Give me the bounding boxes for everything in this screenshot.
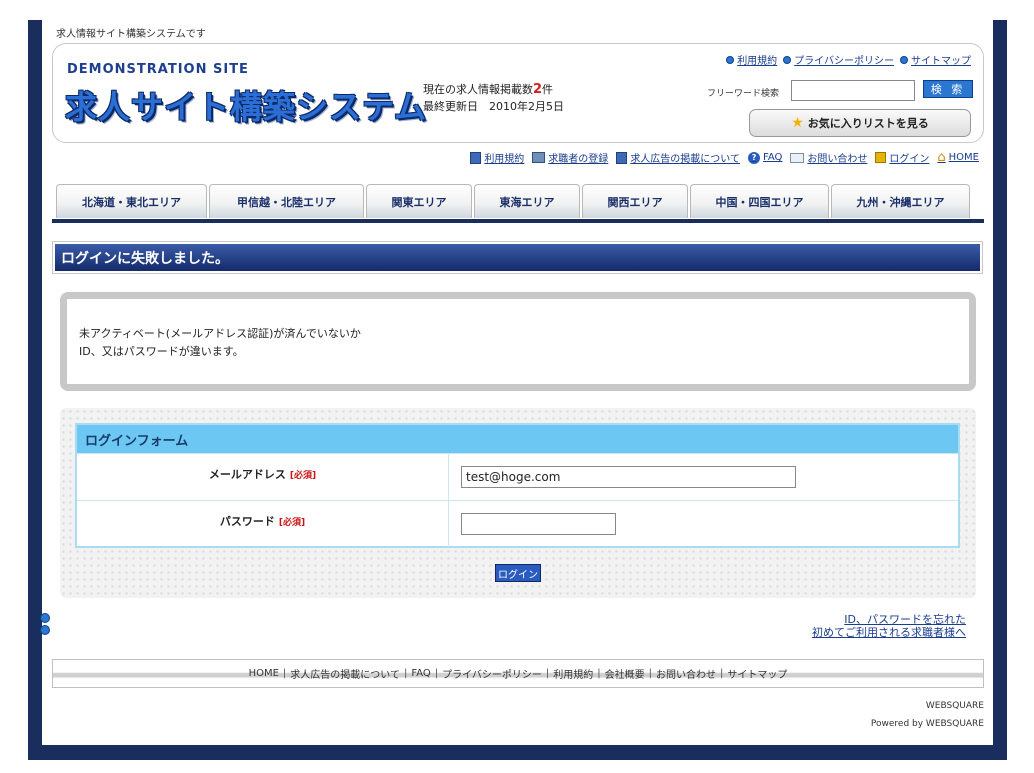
bullet-icon: [900, 55, 908, 64]
left-frame: [28, 20, 42, 760]
last-updated: 最終更新日 2010年2月5日: [423, 100, 564, 113]
subnav-label: FAQ: [763, 152, 783, 163]
password-row: パスワード [必須]: [77, 500, 958, 547]
footer-link-home[interactable]: HOME: [249, 668, 279, 679]
subnav-ads[interactable]: 求人広告の掲載について: [616, 150, 740, 165]
subnav-label: ログイン: [889, 154, 930, 165]
favorites-button[interactable]: ★ お気に入りリストを見る: [749, 109, 971, 137]
header: DEMONSTRATION SITE 求人サイト構築システム 現在の求人情報掲載…: [52, 43, 984, 143]
login-form-area: ログインフォーム メールアドレス [必須] パスワード [必須]: [60, 408, 976, 598]
page: 求人情報サイト構築システムです DEMONSTRATION SITE 求人サイト…: [40, 20, 993, 745]
tab-kyushu-okinawa[interactable]: 九州・沖縄エリア: [831, 184, 970, 218]
sub-navigation: 利用規約 求職者の登録 求人広告の掲載について ? FAQ お問い合わせ ログイン…: [470, 150, 979, 165]
email-field-cell: [449, 454, 796, 500]
search-label: フリーワード検索: [707, 89, 780, 99]
copyright: WEBSQUARE: [925, 701, 984, 711]
help-arrows: [40, 613, 50, 635]
star-icon: ★: [791, 115, 804, 131]
help-links: ID、パスワードを忘れた 初めてご利用される求職者様へ: [812, 613, 966, 639]
search-button[interactable]: 検 索: [923, 80, 973, 98]
password-field[interactable]: [461, 513, 616, 535]
bullet-icon: [726, 55, 735, 64]
top-link-privacy[interactable]: プライバシーポリシー: [783, 52, 894, 67]
login-form: ログインフォーム メールアドレス [必須] パスワード [必須]: [75, 423, 960, 548]
tab-koshinetsu-hokuriku[interactable]: 甲信越・北陸エリア: [209, 184, 364, 218]
email-label: メールアドレス [必須]: [77, 454, 449, 500]
tab-kansai[interactable]: 関西エリア: [582, 184, 688, 218]
email-label-text: メールアドレス: [208, 468, 286, 481]
footer-link-faq[interactable]: FAQ: [411, 668, 430, 679]
tab-kanto[interactable]: 関東エリア: [366, 184, 472, 218]
page-title: ログインに失敗しました。: [55, 244, 980, 271]
monitor-icon: [532, 152, 546, 163]
footer-link-sitemap[interactable]: サイトマップ: [727, 666, 787, 681]
error-line-1: 未アクティベート(メールアドレス認証)が済んでいないか: [79, 327, 361, 340]
powered-by: Powered by WEBSQUARE: [870, 719, 984, 729]
subnav-register[interactable]: 求職者の登録: [532, 150, 608, 165]
tab-hokkaido-tohoku[interactable]: 北海道・東北エリア: [56, 184, 207, 218]
site-tagline: 求人情報サイト構築システムです: [56, 29, 206, 40]
error-line-2: ID、又はパスワードが違います。: [79, 345, 244, 358]
page-title-banner: ログインに失敗しました。: [52, 241, 983, 274]
area-tabs: 北海道・東北エリア 甲信越・北陸エリア 関東エリア 東海エリア 関西エリア 中国…: [56, 184, 970, 218]
subnav-label: HOME: [948, 152, 979, 163]
tab-tokai[interactable]: 東海エリア: [474, 184, 580, 218]
email-field[interactable]: [461, 466, 796, 488]
lock-icon: [875, 152, 887, 163]
stats-suffix: 件: [542, 83, 554, 96]
stats-prefix: 現在の求人情報掲載数: [423, 83, 533, 96]
subnav-label: 求人広告の掲載について: [630, 154, 741, 165]
forgot-password-link[interactable]: ID、パスワードを忘れた: [812, 613, 966, 626]
top-links: 利用規約 プライバシーポリシー サイトマップ: [726, 52, 971, 67]
right-frame: [993, 20, 1007, 760]
arrow-right-icon: [40, 625, 50, 635]
tabs-underline: [52, 219, 984, 223]
arrow-right-icon: [40, 613, 50, 623]
mail-icon: [790, 152, 805, 163]
tab-chugoku-shikoku[interactable]: 中国・四国エリア: [690, 184, 829, 218]
login-button[interactable]: ログイン: [495, 564, 541, 582]
top-link-label: 利用規約: [737, 56, 778, 67]
bottom-frame: [28, 745, 1007, 760]
error-message-box: 未アクティベート(メールアドレス認証)が済んでいないか ID、又はパスワードが違…: [60, 292, 976, 391]
subnav-label: お問い合わせ: [807, 154, 868, 165]
subnav-faq[interactable]: ? FAQ: [748, 151, 783, 164]
question-icon: ?: [748, 151, 761, 164]
search-input[interactable]: [791, 80, 915, 101]
footer-link-privacy[interactable]: プライバシーポリシー: [442, 666, 542, 681]
subnav-home[interactable]: ⌂ HOME: [937, 150, 979, 165]
top-link-label: サイトマップ: [911, 56, 971, 67]
footer-link-contact[interactable]: お問い合わせ: [656, 666, 716, 681]
subnav-contact[interactable]: お問い合わせ: [790, 150, 867, 165]
footer-link-terms[interactable]: 利用規約: [553, 666, 593, 681]
document-icon: [616, 151, 628, 164]
home-icon: ⌂: [937, 150, 946, 165]
site-logo[interactable]: 求人サイト構築システム: [65, 82, 427, 128]
footer-link-company[interactable]: 会社概要: [605, 666, 645, 681]
favorites-label: お気に入りリストを見る: [807, 117, 929, 130]
top-link-label: プライバシーポリシー: [794, 56, 894, 67]
required-badge: [必須]: [289, 470, 317, 481]
footer-link-ads[interactable]: 求人広告の掲載について: [290, 666, 400, 681]
login-form-title: ログインフォーム: [77, 425, 958, 453]
subnav-terms[interactable]: 利用規約: [470, 150, 524, 165]
password-field-cell: [449, 501, 616, 547]
footer-navigation: HOME | 求人広告の掲載について | FAQ | プライバシーポリシー | 利用規約…: [52, 659, 984, 688]
demo-label: DEMONSTRATION SITE: [67, 62, 249, 77]
top-link-terms[interactable]: 利用規約: [726, 52, 777, 67]
job-stats: 現在の求人情報掲載数2件 最終更新日 2010年2月5日: [423, 81, 564, 115]
password-label-text: パスワード: [219, 515, 275, 528]
password-label: パスワード [必須]: [77, 501, 449, 547]
subnav-label: 求職者の登録: [548, 154, 609, 165]
first-time-link[interactable]: 初めてご利用される求職者様へ: [812, 626, 966, 639]
document-icon: [470, 151, 482, 164]
bullet-icon: [783, 55, 792, 64]
top-link-sitemap[interactable]: サイトマップ: [900, 52, 971, 67]
subnav-label: 利用規約: [484, 154, 525, 165]
subnav-login[interactable]: ログイン: [875, 150, 929, 165]
email-row: メールアドレス [必須]: [77, 453, 958, 500]
stats-count: 2: [533, 82, 543, 97]
required-badge: [必須]: [278, 517, 306, 528]
